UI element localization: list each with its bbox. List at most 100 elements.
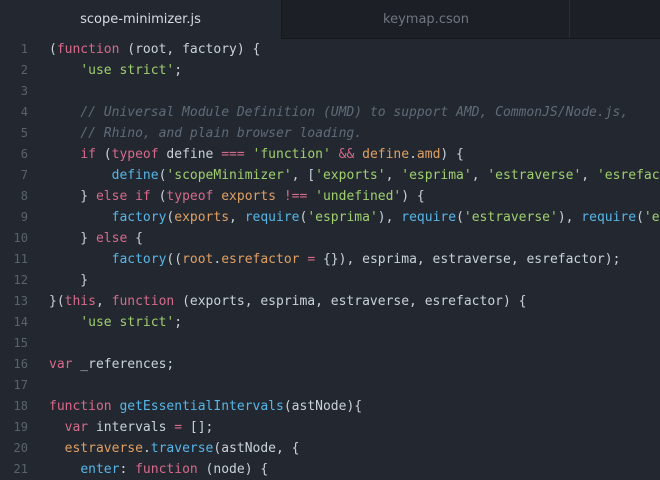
code-token: (root, factory) { (119, 42, 261, 57)
code-line[interactable]: 17 (0, 375, 660, 396)
code-token: , (95, 294, 112, 309)
code-token: define (158, 147, 222, 162)
code-token: (node) { (197, 462, 269, 477)
code-token: ( (636, 210, 644, 225)
code-token: require (244, 210, 300, 225)
line-number: 17 (13, 378, 28, 392)
line-number: 12 (13, 273, 28, 287)
code-line[interactable]: 12 } (0, 270, 660, 291)
code-line[interactable]: 3 (0, 81, 660, 102)
code-content: var _references; (49, 354, 174, 375)
code-line[interactable]: 18 function getEssentialIntervals(astNode… (0, 396, 660, 417)
code-token: } (49, 231, 96, 246)
line-number: 4 (20, 105, 28, 119)
line-number: 5 (20, 126, 28, 140)
code-token: 'estraverse' (487, 168, 582, 183)
code-token: && (338, 147, 355, 162)
code-token: factory (111, 252, 167, 267)
code-token: else (95, 231, 128, 246)
tab-label: scope-minimizer.js (80, 12, 201, 27)
code-token: ) { (401, 189, 425, 204)
line-number: 9 (20, 210, 28, 224)
line-number: 8 (20, 189, 28, 203)
code-token: function (111, 294, 175, 309)
code-token: 'function' (252, 147, 331, 162)
line-number: 19 (13, 420, 28, 434)
code-content: (function (root, factory) { (49, 39, 260, 60)
code-token: // Rhino, and plain browser loading. (80, 126, 363, 141)
code-line[interactable]: 10 } else { (0, 228, 660, 249)
code-token: 'esprima' (307, 210, 378, 225)
code-token: factory (111, 210, 167, 225)
code-content: } else { (49, 228, 143, 249)
code-token: []; (182, 420, 214, 435)
line-number: 21 (13, 462, 28, 476)
code-token: require (401, 210, 457, 225)
code-line[interactable]: 11 factory((root.esrefactor = {}), espri… (0, 249, 660, 270)
code-token: define (362, 147, 410, 162)
code-line[interactable]: 21 enter: function (node) { (0, 459, 660, 480)
code-content: 'use strict'; (49, 312, 182, 333)
code-token: esrefactor (221, 252, 300, 267)
code-token: root (182, 252, 214, 267)
code-token: getEssentialIntervals (119, 399, 284, 414)
code-token: , [ (291, 168, 316, 183)
code-token: = (174, 420, 183, 435)
code-token: // Universal Module Definition (UMD) to … (80, 105, 629, 120)
line-number: 2 (20, 63, 28, 77)
code-token: 'esrefactor' (643, 210, 660, 225)
code-token: ( (49, 42, 57, 57)
code-content: factory((root.esrefactor = {}), esprima,… (49, 249, 621, 270)
code-editor[interactable]: 1 (function (root, factory) {2 'use stric… (0, 39, 660, 480)
code-token: { (127, 231, 143, 246)
code-content: } (49, 270, 88, 291)
code-token: 'esprima' (401, 168, 472, 183)
code-token: enter (80, 462, 120, 477)
line-number: 6 (20, 147, 28, 161)
code-line[interactable]: 7 define('scopeMinimizer', ['exports', '… (0, 165, 660, 186)
code-line[interactable]: 4 // Universal Module Definition (UMD) t… (0, 102, 660, 123)
code-line[interactable]: 6 if (typeof define === 'function' && de… (0, 144, 660, 165)
code-token: var (49, 357, 73, 372)
code-content: function getEssentialIntervals(astNode){ (49, 396, 362, 417)
code-line[interactable]: 14 'use strict'; (0, 312, 660, 333)
code-content: 'use strict'; (49, 60, 182, 81)
code-token: ( (150, 189, 167, 204)
code-content: var intervals = []; (49, 417, 214, 438)
code-token: this (64, 294, 96, 309)
code-line[interactable]: 15 (0, 333, 660, 354)
code-token: typeof (166, 189, 214, 204)
code-token: ( (95, 147, 112, 162)
code-token: else if (95, 189, 151, 204)
code-line[interactable]: 8 } else if (typeof exports !== 'undefin… (0, 186, 660, 207)
code-token: estraverse (64, 441, 143, 456)
code-line[interactable]: 20 estraverse.traverse(astNode, { (0, 438, 660, 459)
code-token: (exports, esprima, estraverse, esrefacto… (174, 294, 527, 309)
code-token: (( (166, 252, 183, 267)
code-token: : (119, 462, 136, 477)
code-line[interactable]: 5 // Rhino, and plain browser loading. (0, 123, 660, 144)
tab-scope-minimizer[interactable]: scope-minimizer.js (0, 0, 282, 39)
code-line[interactable]: 1 (function (root, factory) { (0, 39, 660, 60)
code-line[interactable]: 9 factory(exports, require('esprima'), r… (0, 207, 660, 228)
code-line[interactable]: 19 var intervals = []; (0, 417, 660, 438)
code-token: }( (49, 294, 65, 309)
line-number: 7 (20, 168, 28, 182)
code-token: (astNode){ (283, 399, 363, 414)
code-line[interactable]: 16 var _references; (0, 354, 660, 375)
code-line[interactable]: 2 'use strict'; (0, 60, 660, 81)
code-token: ), (557, 210, 582, 225)
code-token: function (135, 462, 198, 477)
code-token: exports (174, 210, 230, 225)
code-token: ( (456, 210, 464, 225)
code-content: define('scopeMinimizer', ['exports', 'es… (49, 165, 660, 186)
tab-keymap[interactable]: keymap.cson (283, 0, 570, 38)
code-line[interactable]: 13}(this, function (exports, esprima, es… (0, 291, 660, 312)
